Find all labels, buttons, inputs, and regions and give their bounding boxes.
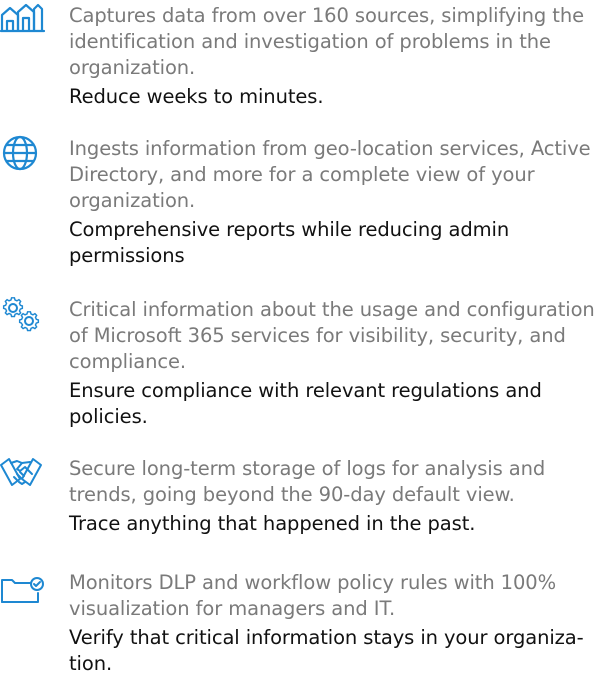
folder-check-icon: [0, 567, 52, 607]
handshake-icon: [0, 453, 52, 493]
feature-benefit: Comprehensive reports while reducing adm…: [69, 218, 510, 267]
feature-benefit: Ensure compliance with relevant regulati…: [69, 379, 542, 428]
feature-description: Monitors DLP and workflow policy rules w…: [69, 571, 557, 620]
gears-icon: [0, 294, 52, 334]
feature-benefit: Reduce weeks to minutes.: [69, 85, 324, 108]
feature-benefit: Trace anything that happened in the past…: [69, 512, 476, 535]
buildings-icon: [0, 0, 52, 40]
feature-description: Critical information about the usage and…: [69, 298, 595, 373]
feature-description: Ingests information from geo-location se…: [69, 137, 591, 212]
feature-description: Secure long-term storage of logs for ana…: [69, 457, 546, 506]
feature-description: Captures data from over 160 sources, sim…: [69, 4, 585, 79]
globe-icon: [0, 133, 52, 173]
feature-benefit: Verify that critical information stays i…: [69, 626, 584, 675]
